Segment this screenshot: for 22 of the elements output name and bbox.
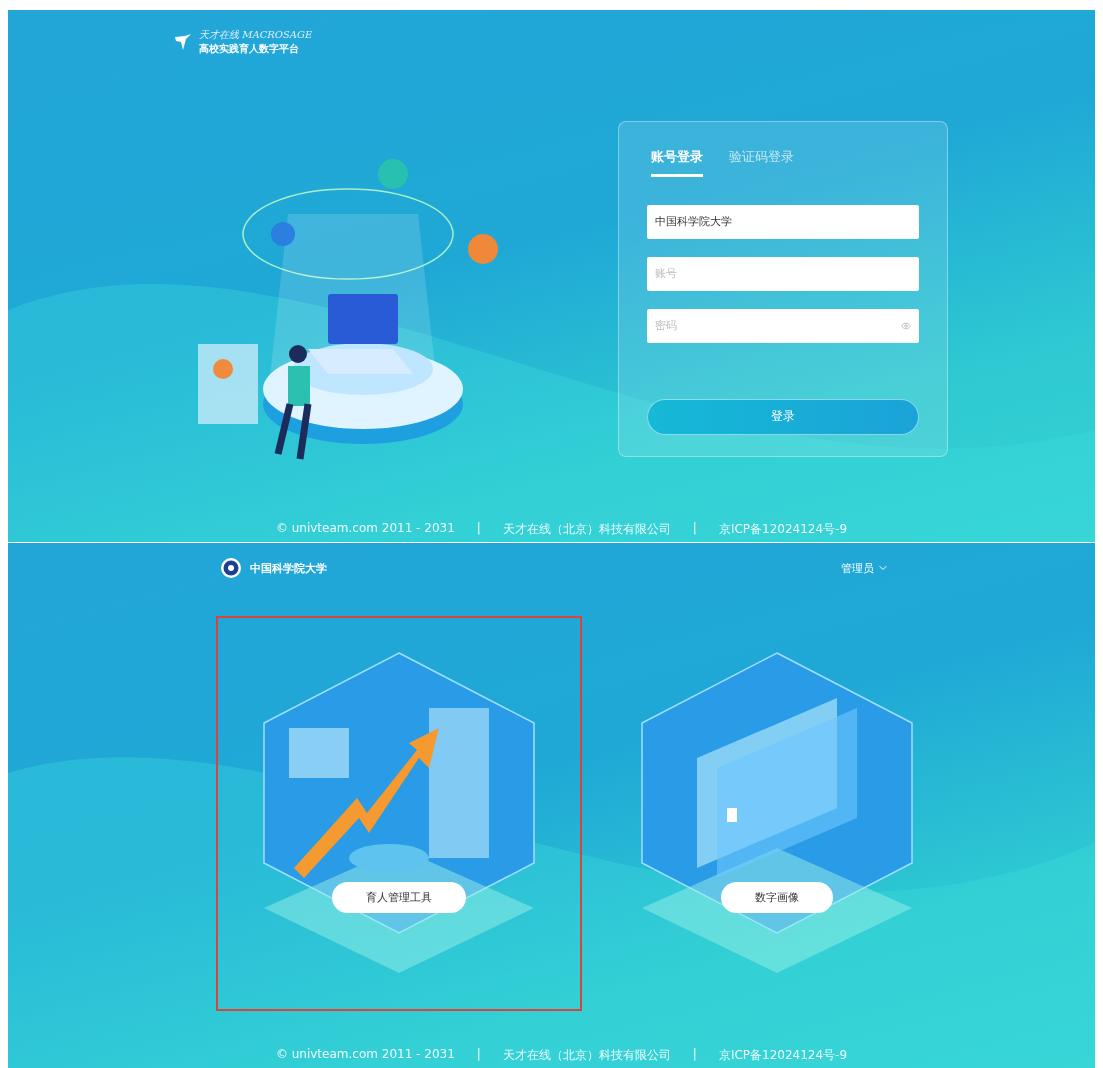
school-field[interactable]: 中国科学院大学 [647, 204, 919, 239]
brand-name: 天才在线 MACROSAGE [199, 28, 313, 42]
eye-icon[interactable] [901, 320, 911, 331]
runner-logo-icon [173, 33, 193, 51]
module-card[interactable]: 数字画像 [594, 615, 960, 1011]
footer-divider: | [692, 521, 697, 537]
footer-text: 天才在线（北京）科技有限公司 [502, 1047, 671, 1064]
module-button[interactable]: 数字画像 [721, 881, 833, 913]
footer-text: 天才在线（北京）科技有限公司 [502, 521, 671, 538]
footer-text: © univteam.com 2011 - 2031 [275, 1047, 455, 1063]
footer-text: 京ICP备12024124号-9 [718, 1047, 848, 1064]
footer-text: 京ICP备12024124号-9 [718, 521, 848, 538]
password-field[interactable]: 密码 [647, 308, 919, 343]
footer-divider: | [692, 1047, 697, 1063]
footer-divider: | [476, 1047, 481, 1063]
school-emblem-icon [220, 557, 242, 579]
highlight-frame[interactable]: 育人管理工具 [216, 615, 582, 1011]
module-button[interactable]: 育人管理工具 [332, 881, 466, 913]
platform-title: 高校实践育人数字平台 [199, 42, 300, 56]
footer-text: © univteam.com 2011 - 2031 [275, 521, 455, 537]
footer-divider: | [476, 521, 481, 537]
school-name: 中国科学院大学 [250, 560, 327, 576]
